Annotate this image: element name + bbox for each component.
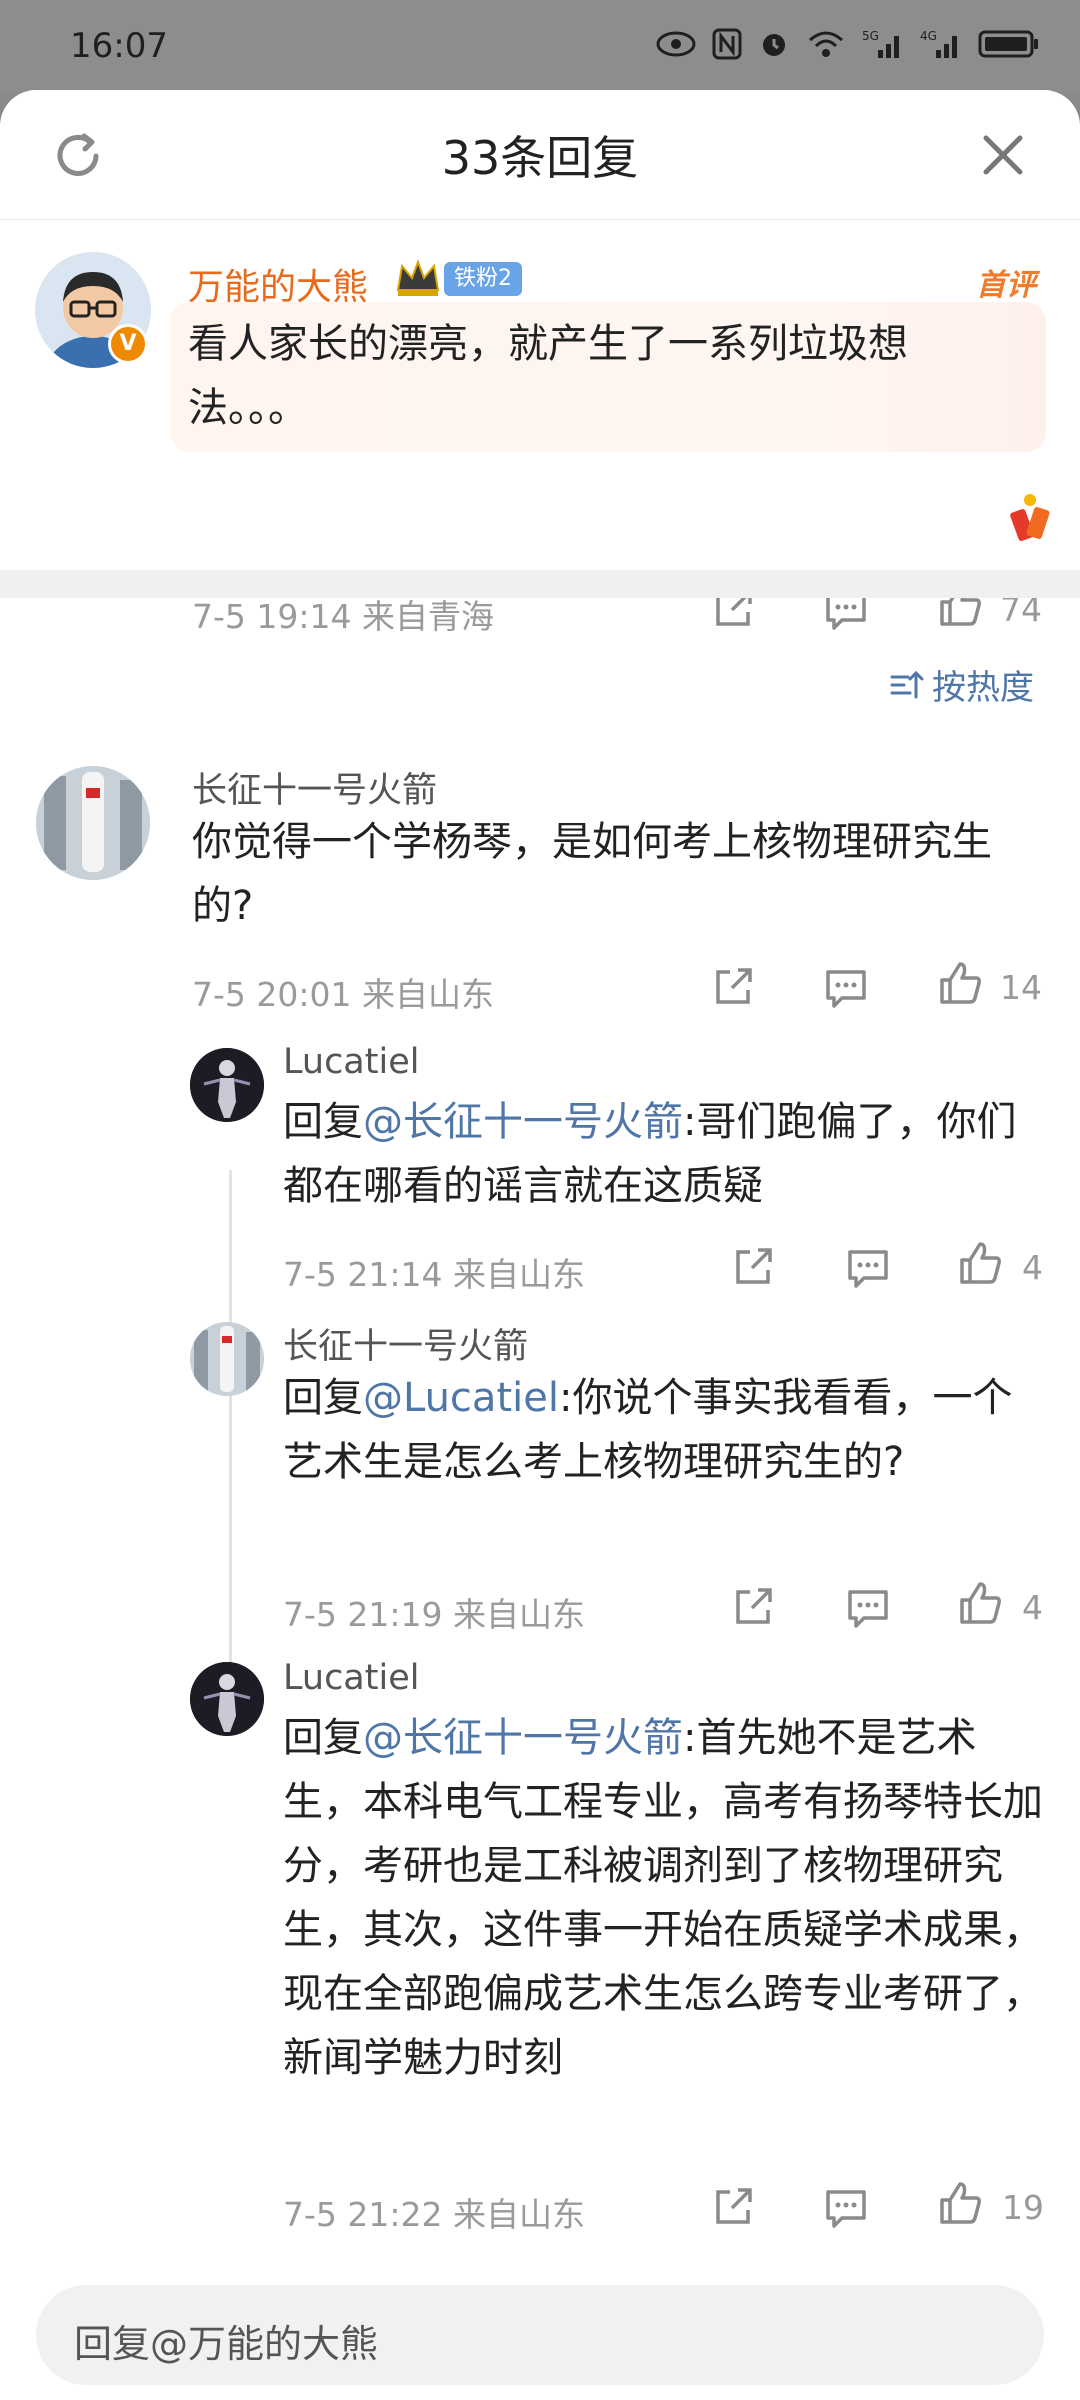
wifi-icon (809, 31, 843, 57)
close-icon[interactable] (978, 130, 1028, 180)
share-icon[interactable] (730, 1582, 778, 1630)
reply-input-placeholder: 回复@万能的大熊 (74, 2322, 379, 2366)
share-icon[interactable] (710, 962, 758, 1010)
like-count: 4 (1022, 1248, 1043, 1287)
sort-icon (890, 670, 924, 698)
reply-text: 回复@长征十一号火箭:哥们跑偏了，你们都在哪看的谣言就在这质疑 (283, 1090, 1043, 1218)
reply-meta: 7-5 21:19 来自山东 (283, 1595, 585, 1634)
comment-text: 看人家长的漂亮，就产生了一系列垃圾想法。。。 (188, 321, 908, 431)
mention-link[interactable]: @长征十一号火箭 (363, 1099, 683, 1145)
thread-line (229, 1170, 232, 1720)
reply-input[interactable]: 回复@万能的大熊 (36, 2285, 1044, 2385)
status-icons: 5G 4G (656, 28, 1040, 60)
comment-meta: 7-5 20:01 来自山东 (192, 975, 494, 1014)
like-icon[interactable] (936, 2180, 984, 2228)
avatar[interactable] (190, 1662, 264, 1736)
svg-text:4G: 4G (920, 29, 937, 43)
signal-5g-icon: 5G (862, 29, 899, 58)
reply-author[interactable]: 长征十一号火箭 (283, 1318, 528, 1369)
comment-icon[interactable] (844, 1584, 892, 1632)
sheet-title: 33条回复 (441, 131, 639, 185)
replies-sheet: 33条回复 V 万能的大熊 铁粉2 首评 看人家长的漂亮，就产生了一系列垃圾想法… (0, 90, 1080, 2400)
firecracker-icon (1010, 494, 1050, 541)
mention-link[interactable]: @Lucatiel (363, 1375, 559, 1421)
reply-author[interactable]: Lucatiel (283, 1042, 419, 1082)
avatar[interactable] (36, 766, 150, 880)
reply-meta: 7-5 21:22 来自山东 (283, 2195, 585, 2234)
share-icon[interactable] (730, 1242, 778, 1290)
avatar[interactable] (190, 1048, 264, 1122)
reply-prefix: 回复 (283, 1375, 363, 1421)
comment-icon[interactable] (822, 964, 870, 1012)
like-count: 4 (1022, 1588, 1043, 1627)
reply-text: 回复@长征十一号火箭:首先她不是艺术生，本科电气工程专业，高考有扬琴特长加分，考… (283, 1706, 1043, 2090)
sheet-header: 33条回复 (0, 90, 1080, 220)
reply-meta: 7-5 21:14 来自山东 (283, 1255, 585, 1294)
like-count: 14 (1000, 968, 1042, 1007)
fan-badge: 铁粉2 (444, 262, 522, 296)
nfc-icon (712, 28, 742, 60)
battery-icon (978, 30, 1038, 58)
comment-icon[interactable] (844, 1244, 892, 1292)
avatar[interactable] (190, 1322, 264, 1396)
crown-icon (396, 259, 440, 296)
comment-author[interactable]: 长征十一号火箭 (192, 762, 437, 813)
reply-prefix: 回复 (283, 1715, 363, 1761)
main-comment: V 万能的大熊 铁粉2 首评 看人家长的漂亮，就产生了一系列垃圾想法。。。 7-… (0, 220, 1080, 636)
like-icon[interactable] (936, 960, 984, 1008)
comment-text: 你觉得一个学杨琴，是如何考上核物理研究生的? (192, 819, 992, 929)
status-bar: 16:07 5G 4G (0, 0, 1080, 92)
reply-body: :首先她不是艺术生，本科电气工程专业，高考有扬琴特长加分，考研也是工科被调剂到了… (283, 1715, 1043, 2081)
share-icon[interactable] (710, 2182, 758, 2230)
like-icon[interactable] (956, 1580, 1004, 1628)
alarm-icon (763, 34, 785, 56)
comment-icon[interactable] (822, 2184, 870, 2232)
sort-by-heat-button[interactable]: 按热度 (888, 660, 1034, 709)
verified-badge-icon: V (108, 324, 148, 364)
like-count: 19 (1002, 2188, 1044, 2227)
mention-link[interactable]: @长征十一号火箭 (363, 1715, 683, 1761)
signal-4g-icon: 4G (920, 29, 957, 58)
sort-label: 按热度 (932, 668, 1034, 708)
reply-prefix: 回复 (283, 1099, 363, 1145)
reply-text: 回复@Lucatiel:你说个事实我看看，一个艺术生是怎么考上核物理研究生的? (283, 1366, 1043, 1494)
eye-icon (656, 31, 696, 57)
reply-author[interactable]: Lucatiel (283, 1658, 419, 1698)
section-divider (0, 570, 1080, 598)
first-comment-badge: 首评 (976, 268, 1036, 303)
svg-text:5G: 5G (862, 29, 879, 43)
like-icon[interactable] (956, 1240, 1004, 1288)
status-time: 16:07 (70, 26, 168, 66)
